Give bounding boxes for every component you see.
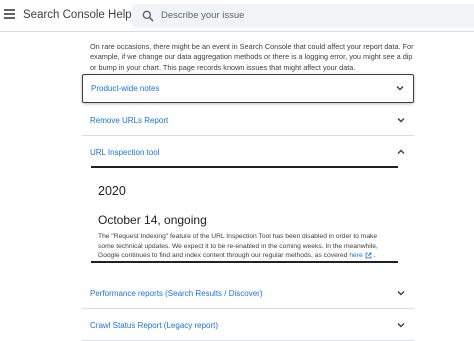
chevron-up-icon [397,149,405,154]
date-heading: October 14, ongoing [98,213,207,227]
accordion-url-inspection-tool[interactable]: URL Inspection tool [82,139,414,168]
accordion-product-wide-notes[interactable]: Product-wide notes [82,74,414,103]
external-link-icon[interactable] [365,252,372,259]
search-icon[interactable] [141,9,155,23]
issue-text-end: . [373,252,376,260]
issue-text: The "Request Indexing" feature of the UR… [98,233,378,260]
top-app-bar: Search Console Help Describe your issue [0,0,474,32]
accordion-remove-urls-report[interactable]: Remove URLs Report [82,107,414,136]
chevron-down-icon [396,86,404,91]
accordion-label: Performance reports (Search Results / Di… [90,289,263,298]
here-link[interactable]: here [349,252,362,259]
app-title[interactable]: Search Console Help [23,9,132,21]
accordion-label: Crawl Status Report (Legacy report) [90,321,219,330]
accordion-label: Product-wide notes [91,84,160,93]
search-input[interactable]: Describe your issue [132,4,474,28]
accordion-label: Remove URLs Report [90,116,169,125]
accordion-performance-reports[interactable]: Performance reports (Search Results / Di… [82,280,414,309]
chevron-down-icon [397,323,405,328]
url-inspection-panel: 2020 October 14, ongoing The "Request In… [91,166,398,263]
accordion-label: URL Inspection tool [90,148,160,157]
year-heading: 2020 [98,184,126,198]
menu-icon[interactable] [4,9,15,20]
intro-paragraph: On rare occasions, there might be an eve… [90,42,414,72]
issue-description: The "Request Indexing" feature of the UR… [98,232,394,261]
accordion-crawl-status-report[interactable]: Crawl Status Report (Legacy report) [82,312,414,341]
search-placeholder: Describe your issue [161,10,245,21]
chevron-down-icon [397,291,405,296]
chevron-down-icon [397,118,405,123]
